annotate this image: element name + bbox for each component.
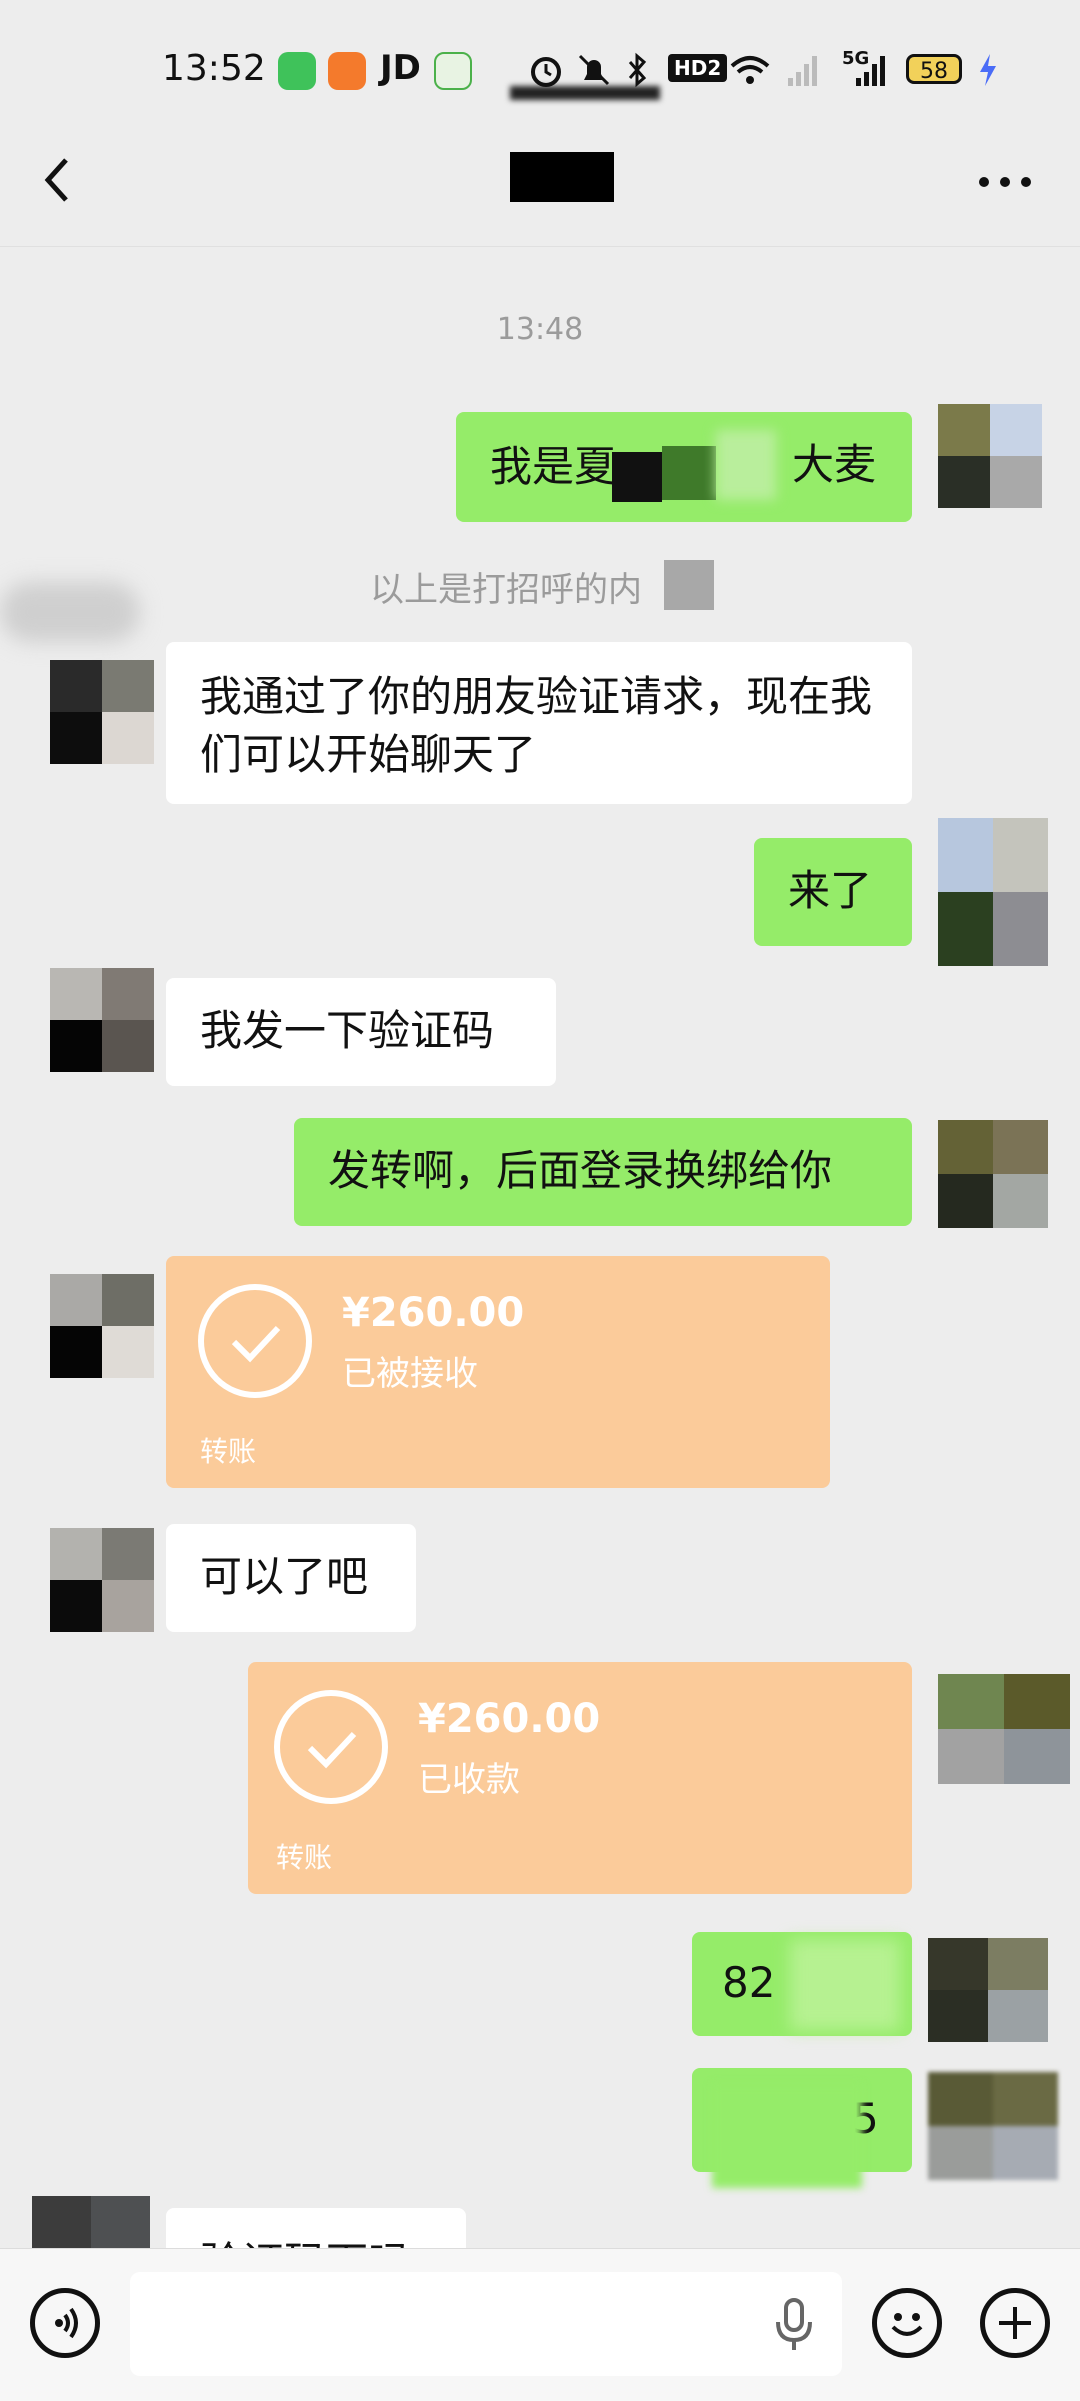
redaction-blur xyxy=(790,1940,900,2030)
message-input[interactable] xyxy=(130,2272,842,2376)
jd-app-icon: JD xyxy=(380,48,421,88)
message-text: 82 xyxy=(722,1958,776,2007)
received-message-bubble[interactable]: 我发一下验证码 xyxy=(166,978,556,1086)
video-app-icon xyxy=(328,52,366,90)
my-avatar[interactable] xyxy=(938,818,1048,966)
message-text: 我通过了你的朋友验证请求，现在我们可以开始聊天了 xyxy=(200,672,873,779)
redaction-block xyxy=(664,560,714,610)
sent-message-bubble[interactable]: 来了 xyxy=(754,838,912,946)
my-avatar[interactable] xyxy=(938,404,1042,508)
transfer-card-received[interactable]: ¥260.00 已被接收 转账 xyxy=(166,1256,830,1488)
received-message-bubble[interactable]: 可以了吧 xyxy=(166,1524,416,1632)
charging-icon xyxy=(980,54,996,86)
messages-app-icon xyxy=(278,52,316,90)
transfer-card-collected[interactable]: ¥260.00 已收款 转账 xyxy=(248,1662,912,1894)
check-circle-icon xyxy=(274,1690,388,1804)
received-message-bubble[interactable]: 我通过了你的朋友验证请求，现在我们可以开始聊天了 xyxy=(166,642,912,804)
my-avatar[interactable] xyxy=(938,1674,1070,1784)
status-time: 13:52 xyxy=(162,48,266,89)
bluetooth-icon xyxy=(628,52,647,88)
voice-icon[interactable] xyxy=(30,2288,100,2358)
status-bar: 13:52 JD HD2 5G 58 xyxy=(0,0,1080,130)
transfer-status: 已收款 xyxy=(418,1760,520,1800)
my-avatar[interactable] xyxy=(938,1120,1048,1228)
transfer-label: 转账 xyxy=(200,1435,257,1468)
contact-avatar[interactable] xyxy=(50,1274,154,1378)
back-arrow-icon[interactable] xyxy=(38,150,78,210)
redaction-blur xyxy=(716,430,776,500)
chat-title-redacted xyxy=(510,152,614,202)
sent-message-bubble[interactable]: 发转啊，后面登录换绑给你 xyxy=(294,1118,912,1226)
message-text: 来了 xyxy=(788,866,873,915)
emoji-icon[interactable] xyxy=(872,2288,942,2358)
message-text: 发转啊，后面登录换绑给你 xyxy=(328,1146,833,1195)
signal-sim1-icon xyxy=(788,56,817,86)
transfer-amount: ¥260.00 xyxy=(342,1290,525,1336)
plus-icon[interactable] xyxy=(980,2288,1050,2358)
contact-avatar[interactable] xyxy=(50,1528,154,1632)
oppo-app-icon xyxy=(434,52,472,90)
redaction-block xyxy=(662,446,716,500)
check-circle-icon xyxy=(198,1284,312,1398)
alarm-icon xyxy=(531,57,561,87)
redaction-blur xyxy=(0,582,140,642)
transfer-label: 转账 xyxy=(276,1841,333,1874)
chat-timestamp: 13:48 xyxy=(496,312,584,347)
message-text: 可以了吧 xyxy=(200,1552,369,1601)
header-divider xyxy=(0,246,1080,247)
message-text: 我是夏 xyxy=(490,442,617,491)
my-avatar[interactable] xyxy=(928,2072,1058,2180)
transfer-amount: ¥260.00 xyxy=(418,1696,601,1742)
microphone-icon[interactable] xyxy=(770,2294,818,2354)
hd-icon: HD2 xyxy=(668,54,728,82)
contact-avatar[interactable] xyxy=(50,660,154,764)
my-avatar[interactable] xyxy=(928,1938,1048,2042)
wifi-icon xyxy=(730,56,770,84)
redaction-blur xyxy=(712,2084,862,2188)
mute-bell-icon xyxy=(578,54,610,86)
redaction-block xyxy=(612,452,662,502)
system-note: 以上是打招呼的内 xyxy=(370,570,642,610)
message-text: 大麦 xyxy=(792,440,877,489)
more-icon[interactable] xyxy=(978,176,1032,188)
signal-sim2-icon xyxy=(856,56,885,86)
transfer-status: 已被接收 xyxy=(342,1354,478,1394)
message-text: 我发一下验证码 xyxy=(200,1006,495,1055)
battery-indicator: 58 xyxy=(906,54,962,84)
contact-avatar[interactable] xyxy=(50,968,154,1072)
